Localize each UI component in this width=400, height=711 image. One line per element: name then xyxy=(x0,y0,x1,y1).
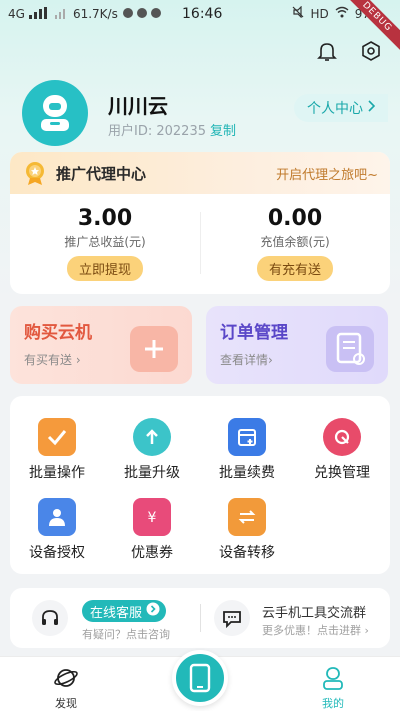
user-tab-icon xyxy=(320,665,346,691)
signal2-icon xyxy=(54,7,69,22)
agent-start-link[interactable]: 开启代理之旅吧~ xyxy=(276,164,378,183)
group-title[interactable]: 云手机工具交流群 xyxy=(262,602,366,621)
function-grid: 批量操作 批量升级 批量续费 兑换管理 设备授权 ¥ 优惠券 设备转移 xyxy=(10,396,390,574)
planet-icon xyxy=(53,665,79,691)
grid-label: 批量续费 xyxy=(219,465,275,481)
order-manage-card[interactable]: 订单管理 查看详情› xyxy=(206,306,388,384)
username: 川川云 xyxy=(108,94,168,118)
hd-label: HD xyxy=(310,6,329,21)
exchange-icon xyxy=(323,418,361,456)
medal-icon xyxy=(22,160,48,186)
wifi-icon xyxy=(335,6,349,21)
top-actions xyxy=(314,38,384,64)
personal-center-label: 个人中心 xyxy=(307,101,363,117)
earnings-stat: 3.00 推广总收益(元) 立即提现 xyxy=(10,206,200,281)
grid-label: 批量升级 xyxy=(124,465,180,481)
center-phone-button[interactable] xyxy=(172,650,228,706)
calendar-renew-icon xyxy=(228,418,266,456)
chevron-circle-icon xyxy=(146,602,160,620)
support-card: 在线客服 有疑问？点击咨询 云手机工具交流群 更多优惠！点击进群 › xyxy=(10,588,390,648)
transfer-icon xyxy=(228,498,266,536)
settings-icon[interactable] xyxy=(358,38,384,64)
signal-icon xyxy=(28,6,51,22)
bell-icon[interactable] xyxy=(314,38,340,64)
balance-stat: 0.00 充值余额(元) 有充有送 xyxy=(200,206,390,281)
status-time: 16:46 xyxy=(182,6,223,22)
online-service-button[interactable]: 在线客服 xyxy=(82,600,167,622)
profile-section: 川川云 用户ID: 202235 复制 个人中心 xyxy=(22,80,388,146)
earnings-value: 3.00 xyxy=(77,206,133,231)
grid-item-coupon[interactable]: ¥ 优惠券 xyxy=(107,498,197,562)
grid-item-device-transfer[interactable]: 设备转移 xyxy=(202,498,292,562)
online-service-label: 在线客服 xyxy=(90,605,143,621)
agent-title: 推广代理中心 xyxy=(56,164,147,183)
grid-label: 兑换管理 xyxy=(314,465,370,481)
group-sub[interactable]: 更多优惠！点击进群 › xyxy=(262,622,369,638)
grid-label: 设备转移 xyxy=(219,545,275,561)
grid-label: 批量操作 xyxy=(29,465,85,481)
grid-item-exchange-manage[interactable]: 兑换管理 xyxy=(297,418,387,482)
withdraw-button[interactable]: 立即提现 xyxy=(66,256,143,281)
earnings-label: 推广总收益(元) xyxy=(64,235,146,249)
avatar[interactable] xyxy=(22,80,88,146)
user-avatar-icon xyxy=(41,95,69,131)
cloud-upload-icon xyxy=(133,418,171,456)
add-box-icon xyxy=(130,326,178,372)
svg-text:¥: ¥ xyxy=(148,510,157,526)
grid-item-batch-operate[interactable]: 批量操作 xyxy=(12,418,102,482)
phone-icon xyxy=(189,663,211,693)
copy-link[interactable]: 复制 xyxy=(210,124,236,139)
recharge-button[interactable]: 有充有送 xyxy=(256,256,333,281)
status-bar: 4G 61.7K/s 16:46 HD 97 DEBUG xyxy=(0,0,400,54)
nav-mine[interactable]: 我的 xyxy=(303,665,363,711)
user-id-row: 用户ID: 202235 复制 xyxy=(108,120,236,139)
support-divider xyxy=(200,604,201,632)
grid-label: 设备授权 xyxy=(29,545,85,561)
agent-header[interactable]: 推广代理中心 开启代理之旅吧~ xyxy=(10,152,390,194)
grid-item-batch-renew[interactable]: 批量续费 xyxy=(202,418,292,482)
user-auth-icon xyxy=(38,498,76,536)
grid-label: 优惠券 xyxy=(131,545,173,561)
nav-discover-label: 发现 xyxy=(55,697,77,710)
personal-center-button[interactable]: 个人中心 xyxy=(294,94,388,122)
grid-item-device-auth[interactable]: 设备授权 xyxy=(12,498,102,562)
check-batch-icon xyxy=(38,418,76,456)
grid-item-batch-upgrade[interactable]: 批量升级 xyxy=(107,418,197,482)
user-id: 用户ID: 202235 xyxy=(108,124,206,139)
mute-icon xyxy=(292,5,304,21)
app-notify-icons xyxy=(122,7,166,22)
buy-cloud-card[interactable]: 购买云机 有买有送 › xyxy=(10,306,192,384)
headset-icon[interactable] xyxy=(32,600,68,636)
coupon-icon: ¥ xyxy=(133,498,171,536)
balance-label: 充值余额(元) xyxy=(260,235,330,249)
balance-value: 0.00 xyxy=(267,206,323,231)
agent-center-card: 推广代理中心 开启代理之旅吧~ 3.00 推广总收益(元) 立即提现 0.00 … xyxy=(10,152,390,294)
agent-stats: 3.00 推广总收益(元) 立即提现 0.00 充值余额(元) 有充有送 xyxy=(10,194,390,294)
order-doc-icon xyxy=(326,326,374,372)
online-service-sub: 有疑问？点击咨询 xyxy=(82,628,170,641)
network-label: 4G xyxy=(8,7,25,21)
nav-discover[interactable]: 发现 xyxy=(36,665,96,711)
chevron-right-icon xyxy=(367,100,376,116)
speed-label: 61.7K/s xyxy=(72,7,118,21)
chat-group-icon[interactable] xyxy=(214,600,250,636)
nav-mine-label: 我的 xyxy=(322,697,344,710)
